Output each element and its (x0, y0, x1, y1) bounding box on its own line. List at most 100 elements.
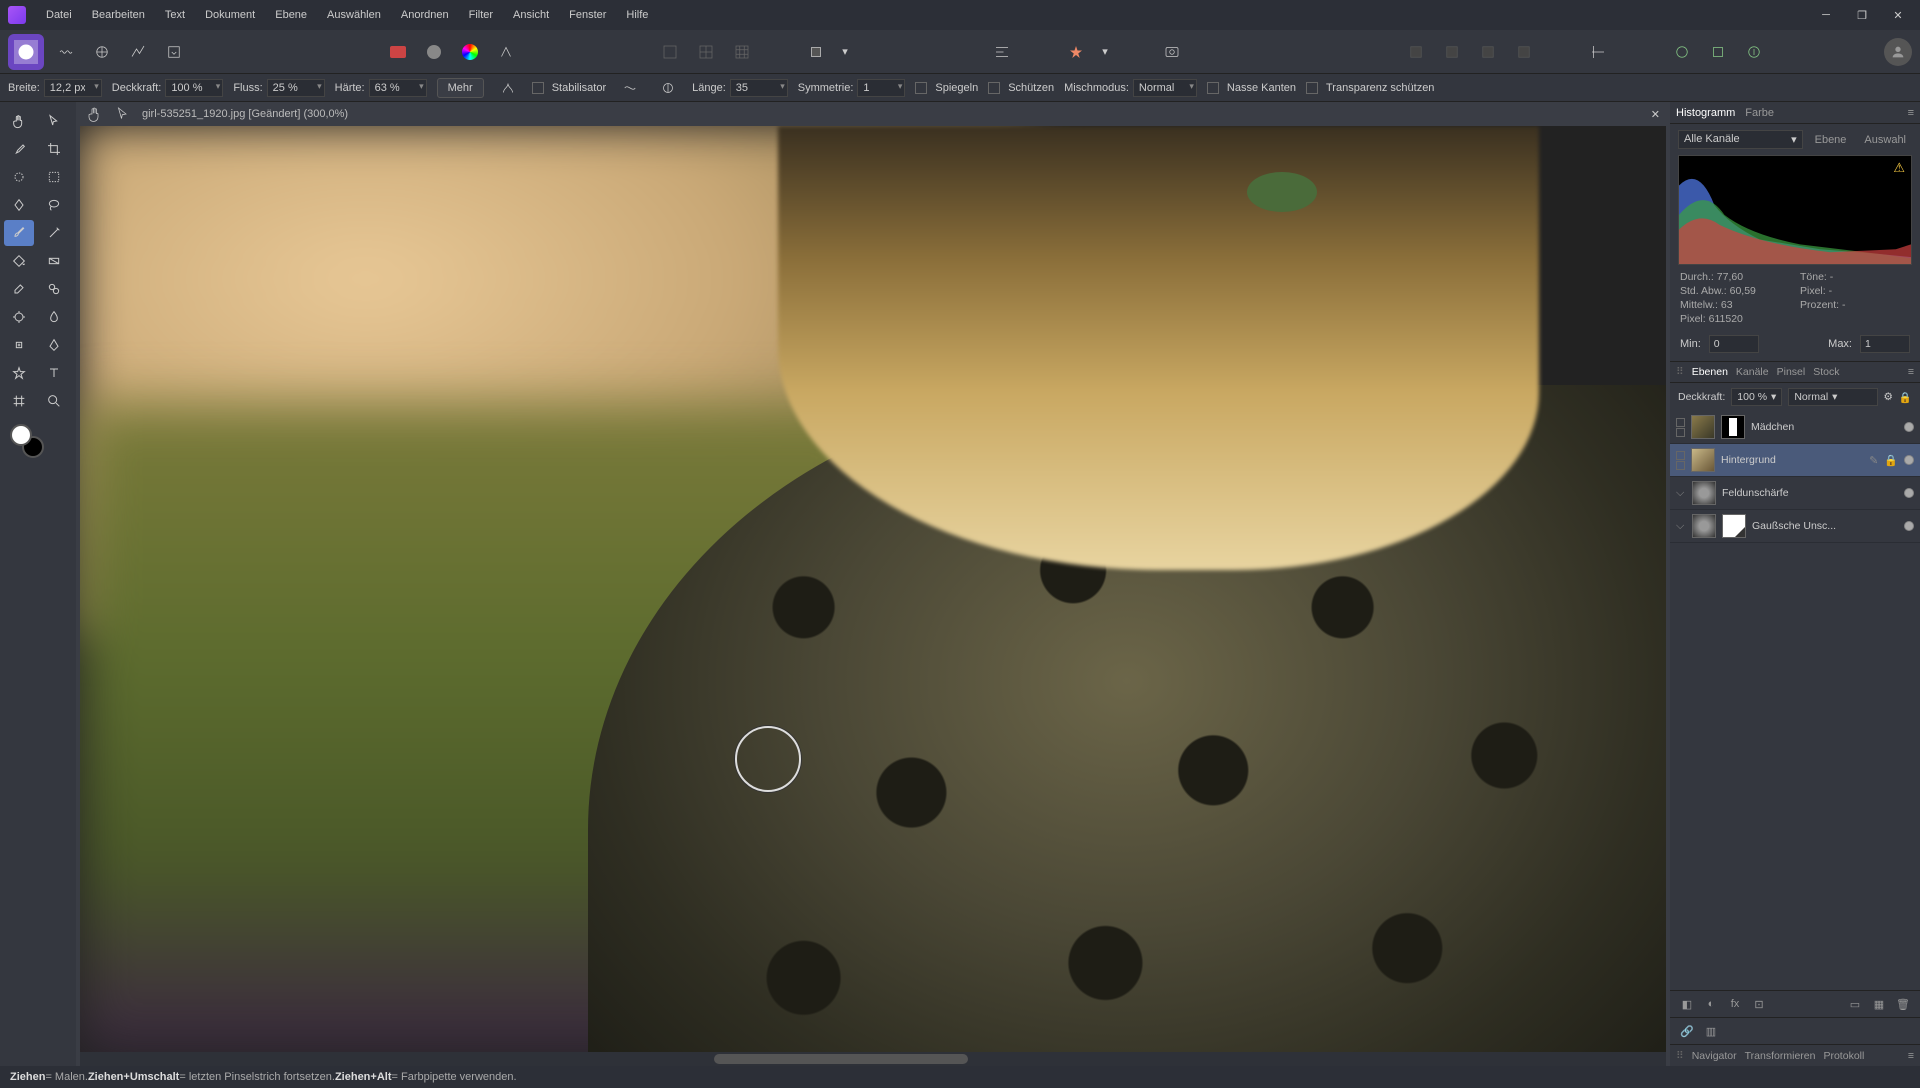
panel-menu-icon[interactable]: ≡ (1908, 107, 1914, 119)
mask-icon[interactable]: ◧ (1678, 996, 1696, 1012)
trans-checkbox[interactable] (1306, 82, 1318, 94)
grid-all-icon[interactable] (728, 38, 756, 66)
arrange-2-icon[interactable] (1438, 38, 1466, 66)
account-avatar[interactable] (1884, 38, 1912, 66)
menu-ebene[interactable]: Ebene (267, 5, 315, 25)
minimize-button[interactable]: ─ (1812, 5, 1840, 25)
shape-tool[interactable] (4, 360, 34, 386)
flood-select-tool[interactable] (4, 192, 34, 218)
auto-adjust-icon[interactable] (492, 38, 520, 66)
channel-select[interactable]: Alle Kanäle▾ (1678, 130, 1803, 149)
maximize-button[interactable]: ❐ (1848, 5, 1876, 25)
hand-icon[interactable] (86, 105, 104, 123)
layer-lock-icon[interactable]: 🔒 (1899, 391, 1912, 404)
menu-ansicht[interactable]: Ansicht (505, 5, 557, 25)
arrange-3-icon[interactable] (1474, 38, 1502, 66)
crop-tool[interactable] (39, 136, 69, 162)
layer-hintergrund[interactable]: Hintergrund ✎ 🔒 (1670, 444, 1920, 477)
layer-cog-icon[interactable]: ⚙ (1884, 391, 1893, 403)
opacity-input[interactable] (165, 79, 223, 97)
foreground-color[interactable] (10, 424, 32, 446)
layer-panel-menu-icon[interactable]: ≡ (1908, 366, 1914, 378)
export-persona-button[interactable] (160, 38, 188, 66)
photo-persona-button[interactable] (8, 34, 44, 70)
arrow-icon[interactable] (114, 105, 132, 123)
quick-mask-icon[interactable] (1158, 38, 1186, 66)
color-picker-tool[interactable] (4, 136, 34, 162)
document-close-button[interactable]: ✕ (1651, 108, 1660, 121)
mirror-checkbox[interactable] (915, 82, 927, 94)
layer-blend-select[interactable]: Normal▾ (1788, 388, 1877, 406)
arrange-4-icon[interactable] (1510, 38, 1538, 66)
pen-tool[interactable] (39, 332, 69, 358)
layer-feldunschaerfe[interactable]: ⌵ Feldunschärfe (1670, 477, 1920, 510)
horizontal-scrollbar[interactable] (80, 1052, 1666, 1066)
group-icon[interactable]: ▭ (1846, 996, 1864, 1012)
min-input[interactable] (1709, 335, 1759, 353)
color-wheel-icon[interactable] (456, 38, 484, 66)
tab-layers[interactable]: Ebenen (1692, 366, 1728, 378)
width-input[interactable] (44, 79, 102, 97)
delete-layer-icon[interactable]: 🗑 (1894, 996, 1912, 1012)
layer-visibility-toggle[interactable] (1904, 422, 1914, 432)
canvas[interactable] (80, 126, 1666, 1052)
align-icon[interactable] (988, 38, 1016, 66)
wet-checkbox[interactable] (1207, 82, 1219, 94)
menu-hilfe[interactable]: Hilfe (618, 5, 656, 25)
more-button[interactable]: Mehr (437, 78, 484, 98)
tab-histogram[interactable]: Histogramm (1676, 107, 1735, 119)
fill-tool[interactable] (4, 248, 34, 274)
lock-icon[interactable]: 🔒 (1884, 454, 1898, 467)
tab-brushes[interactable]: Pinsel (1777, 366, 1806, 378)
assistant-dropdown[interactable] (1062, 38, 1090, 66)
pressure-icon[interactable] (494, 74, 522, 102)
layer-visibility-toggle[interactable] (1904, 488, 1914, 498)
hardness-input[interactable] (369, 79, 427, 97)
layer-opacity-input[interactable]: 100 %▾ (1731, 388, 1782, 406)
blend-input[interactable] (1133, 79, 1197, 97)
grid-thirds-icon[interactable] (692, 38, 720, 66)
menu-datei[interactable]: Datei (38, 5, 80, 25)
menu-anordnen[interactable]: Anordnen (393, 5, 457, 25)
tab-transform[interactable]: Transformieren (1745, 1050, 1816, 1062)
move-tool[interactable] (39, 108, 69, 134)
smudge-tool[interactable] (39, 304, 69, 330)
menu-auswaehlen[interactable]: Auswählen (319, 5, 389, 25)
ebene-button[interactable]: Ebene (1809, 132, 1853, 148)
marquee-tool[interactable] (39, 164, 69, 190)
liquify-persona-button[interactable] (52, 38, 80, 66)
flow-input[interactable] (267, 79, 325, 97)
dodge-tool[interactable] (4, 304, 34, 330)
layer-visibility-toggle[interactable] (1904, 455, 1914, 465)
symmetry-input[interactable] (857, 79, 905, 97)
auswahl-button[interactable]: Auswahl (1858, 132, 1912, 148)
layer-gaussian[interactable]: ⌵ Gaußsche Unsc... (1670, 510, 1920, 543)
sync-1-icon[interactable] (1668, 38, 1696, 66)
add-layer-icon[interactable]: ▦ (1870, 996, 1888, 1012)
crop-layer-icon[interactable]: ⊡ (1750, 996, 1768, 1012)
swatch-red-icon[interactable] (384, 38, 412, 66)
assistant-chevron-icon[interactable]: ▾ (1098, 38, 1112, 66)
pixel-tool[interactable] (39, 220, 69, 246)
layer-visibility-toggle[interactable] (1904, 521, 1914, 531)
text-tool[interactable] (39, 360, 69, 386)
hand-tool[interactable] (4, 108, 34, 134)
menu-fenster[interactable]: Fenster (561, 5, 614, 25)
arrange-1-icon[interactable] (1402, 38, 1430, 66)
healing-tool[interactable] (4, 332, 34, 358)
zoom-tool[interactable] (39, 388, 69, 414)
close-button[interactable]: ✕ (1884, 5, 1912, 25)
stack-icon[interactable]: ▥ (1702, 1023, 1720, 1039)
tab-navigator[interactable]: Navigator (1692, 1050, 1737, 1062)
develop-persona-button[interactable] (88, 38, 116, 66)
align-distribute-icon[interactable] (1584, 38, 1612, 66)
rope-icon[interactable] (616, 74, 644, 102)
lasso-tool[interactable] (39, 192, 69, 218)
paint-brush-tool[interactable] (4, 220, 34, 246)
snap-chevron-icon[interactable]: ▾ (838, 38, 852, 66)
tab-channels[interactable]: Kanäle (1736, 366, 1769, 378)
clone-tool[interactable] (39, 276, 69, 302)
link-icon[interactable]: 🔗 (1678, 1023, 1696, 1039)
nav-panel-menu-icon[interactable]: ≡ (1908, 1050, 1914, 1062)
sync-3-icon[interactable] (1740, 38, 1768, 66)
